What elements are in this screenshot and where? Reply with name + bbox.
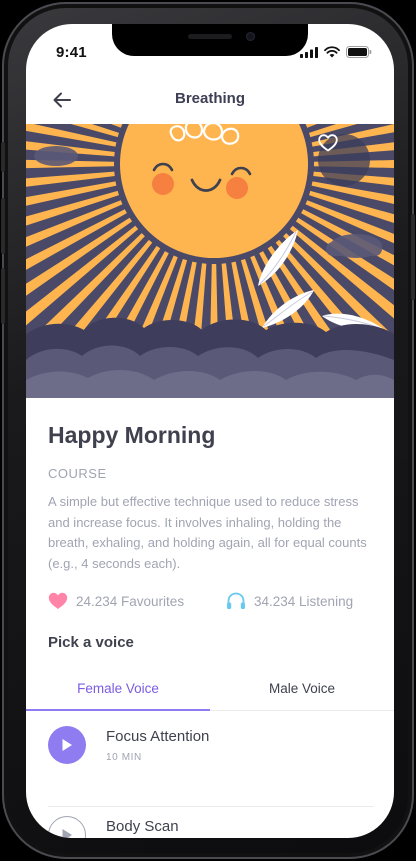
course-details: Happy Morning COURSE A simple but effect… <box>26 398 394 838</box>
screen: 9:41 Breathing Happy Morning COURSE A si… <box>26 24 394 838</box>
navigation-bar: Breathing <box>26 76 394 124</box>
favourites-count: 24.234 Favourites <box>76 593 185 609</box>
voice-tabs: Female Voice Male Voice <box>26 670 394 711</box>
play-button[interactable] <box>48 726 86 764</box>
notch <box>112 24 308 56</box>
wifi-icon <box>324 46 340 58</box>
course-description: A simple but effective technique used to… <box>48 494 367 571</box>
front-camera <box>246 32 255 41</box>
play-icon <box>62 829 72 838</box>
page-title: Breathing <box>174 90 245 107</box>
listening-stat: 34.234 Listening <box>226 592 353 610</box>
pick-voice-heading: Pick a voice <box>48 634 134 651</box>
phone-frame: 9:41 Breathing Happy Morning COURSE A si… <box>1 2 415 859</box>
power-button <box>411 214 415 300</box>
favourites-stat: 24.234 Favourites <box>48 592 184 610</box>
tab-female-voice[interactable]: Female Voice <box>26 670 210 711</box>
course-type-label: COURSE <box>48 466 107 481</box>
headphones-icon <box>227 592 245 609</box>
status-time: 9:41 <box>56 44 87 61</box>
battery-icon <box>346 46 372 58</box>
status-icons <box>300 46 372 58</box>
favorite-button[interactable] <box>318 134 370 186</box>
play-icon <box>62 739 72 751</box>
foreground-clouds <box>26 317 394 398</box>
listening-count: 34.234 Listening <box>254 593 354 609</box>
heart-filled-icon <box>48 592 68 609</box>
course-stats: 24.234 Favourites 34.234 Listening <box>48 592 378 616</box>
track-item[interactable]: Body Scan <box>48 816 374 838</box>
course-title: Happy Morning <box>48 422 216 448</box>
play-button[interactable] <box>48 816 86 838</box>
speaker <box>188 34 232 39</box>
track-divider <box>48 806 374 807</box>
tab-male-voice[interactable]: Male Voice <box>210 670 394 710</box>
course-hero-illustration <box>26 124 394 398</box>
track-item[interactable]: Focus Attention 10 MIN <box>48 726 374 788</box>
heart-outline-icon <box>318 134 338 152</box>
track-name: Body Scan <box>106 818 179 835</box>
track-name: Focus Attention <box>106 728 210 745</box>
volume-up-button <box>1 198 5 254</box>
volume-down-button <box>1 268 5 324</box>
mute-switch <box>1 142 5 172</box>
track-duration: 10 MIN <box>106 752 142 763</box>
